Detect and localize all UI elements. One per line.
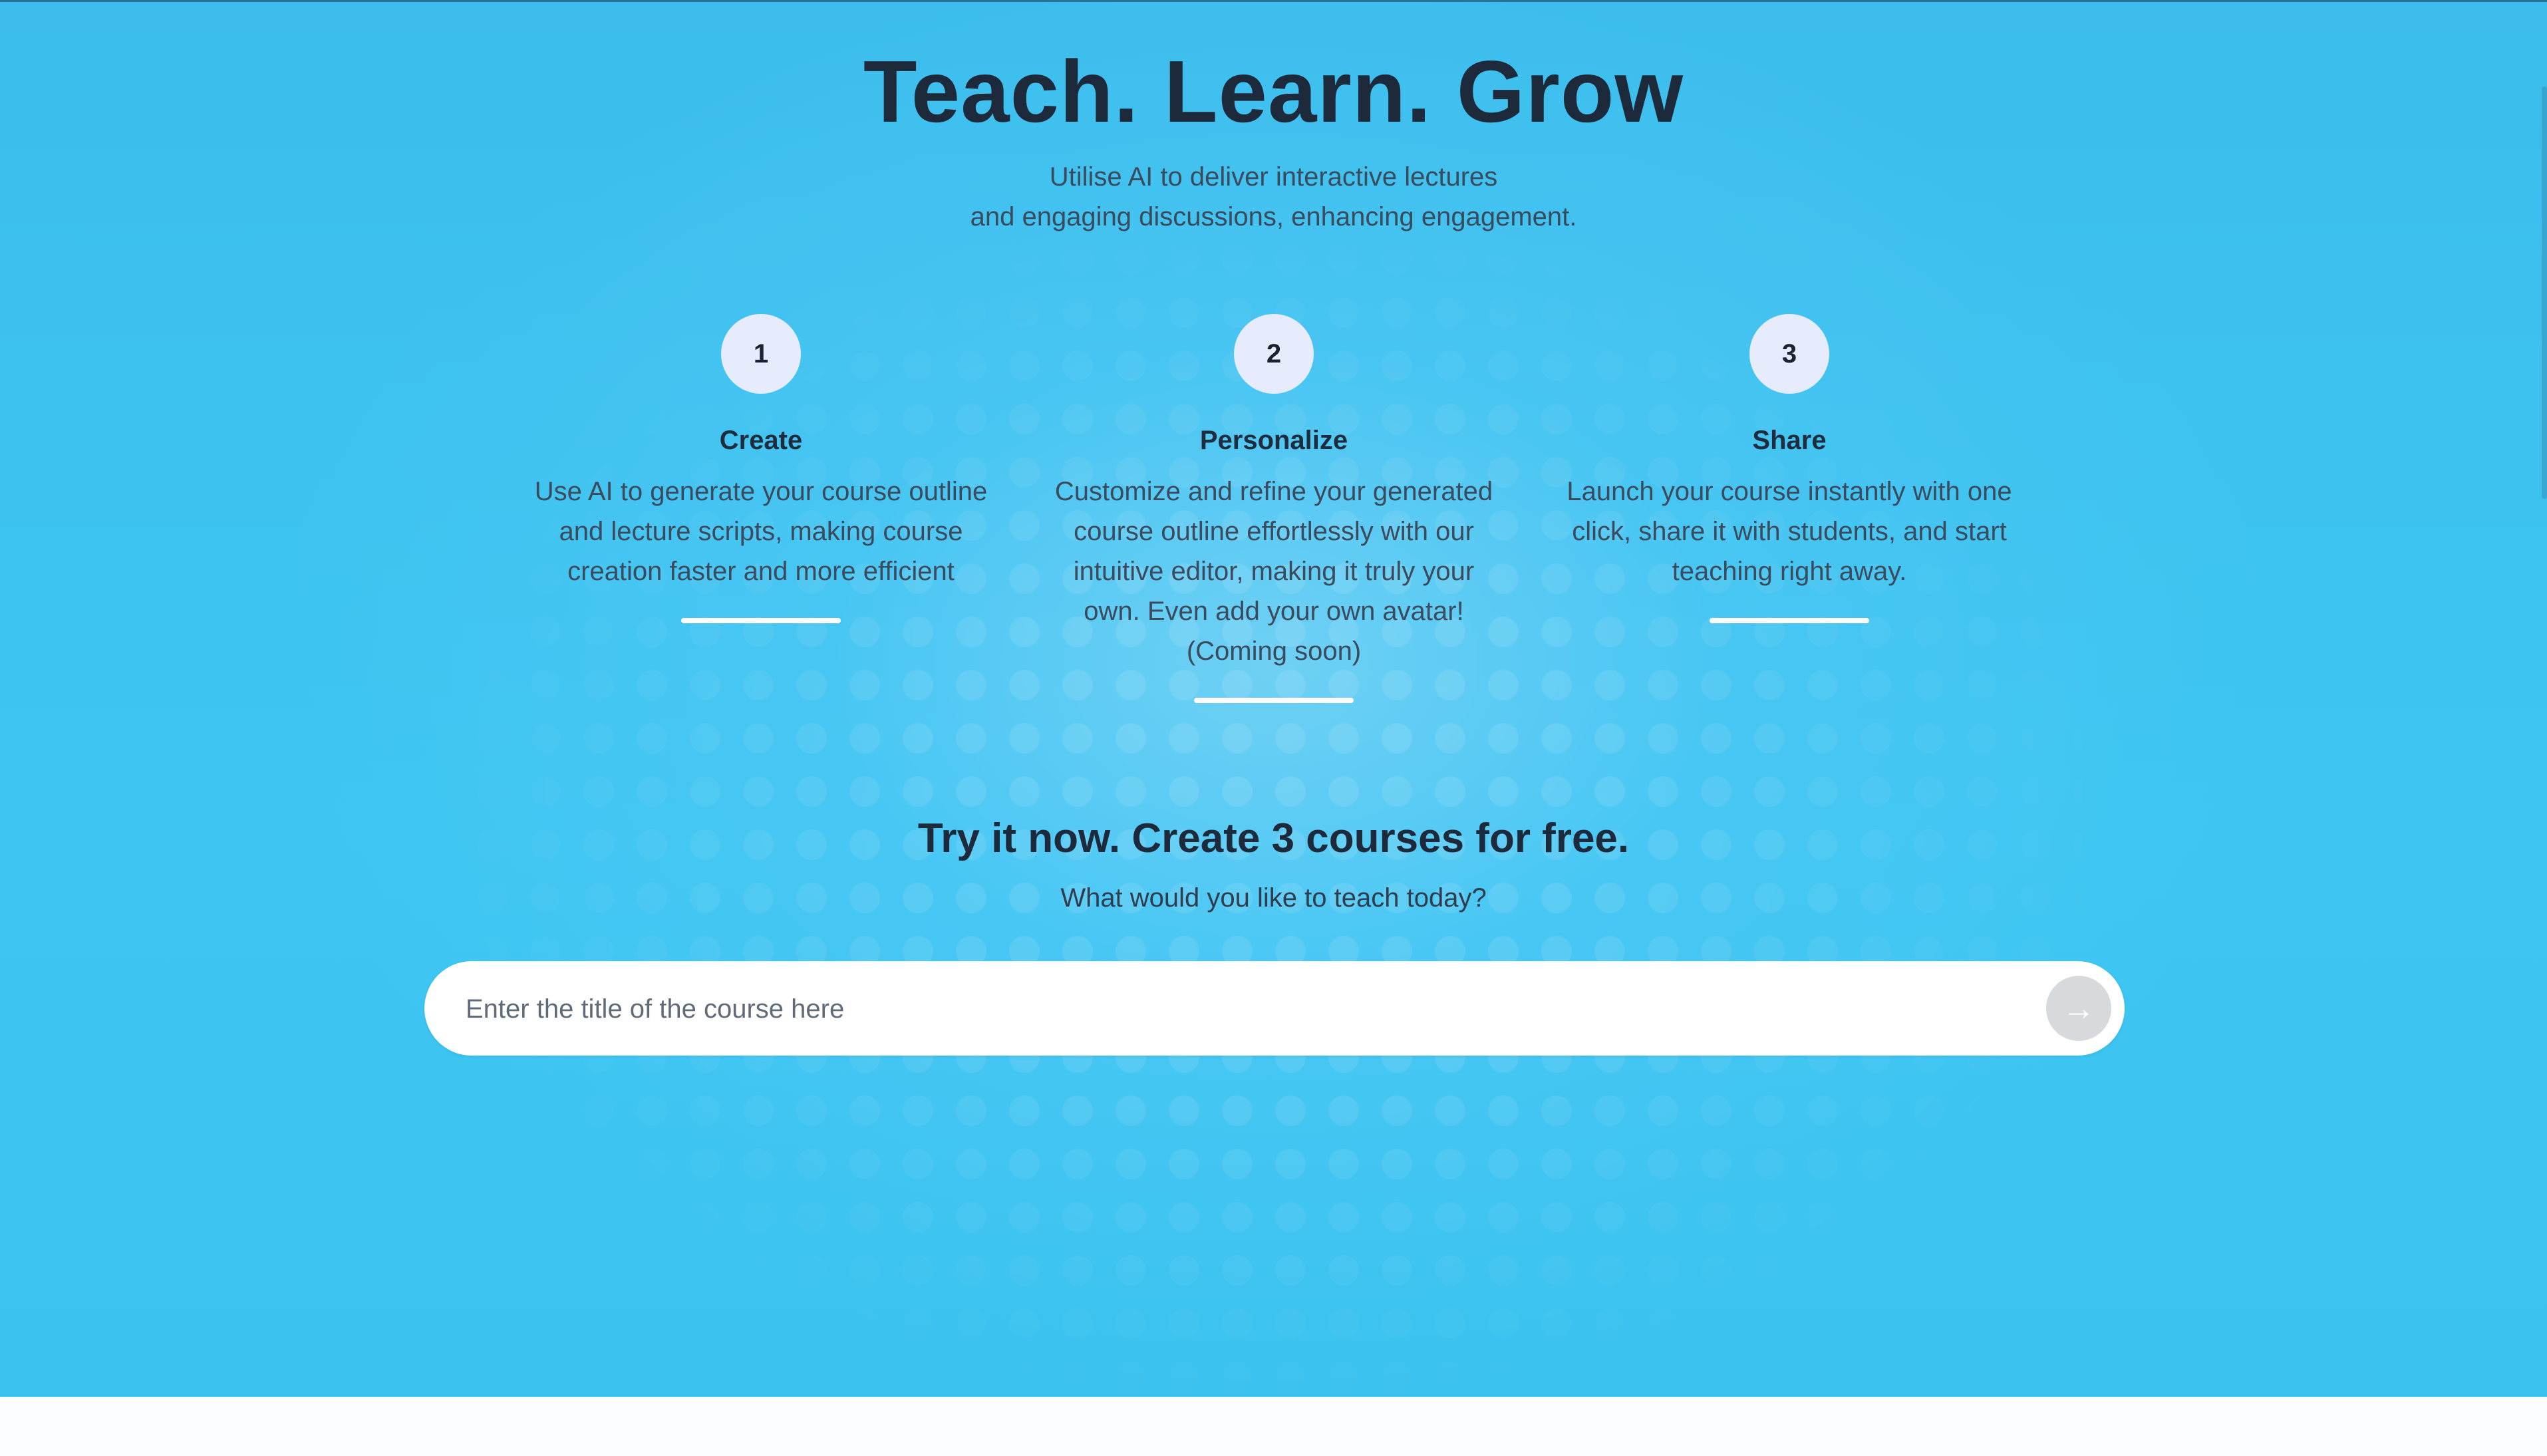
step-description: Customize and refine your generated cour… (1034, 472, 1513, 671)
step-number-badge: 2 (1234, 314, 1314, 394)
page-subtitle: Utilise AI to deliver interactive lectur… (0, 157, 2547, 237)
arrow-right-icon: → (2062, 990, 2095, 1027)
step-description-line: course outline effortlessly with our (1074, 517, 1474, 546)
step-title: Share (1752, 426, 1827, 455)
course-title-search-bar: → (424, 961, 2125, 1057)
step-description-line: intuitive editor, making it truly your (1073, 557, 1475, 586)
submit-button[interactable]: → (2046, 976, 2111, 1041)
step-underline (1710, 618, 1869, 623)
top-border (0, 0, 2547, 2)
step-number-badge: 3 (1749, 314, 1829, 394)
step-description-line: Use AI to generate your course outline (534, 477, 988, 506)
hero-section: Teach. Learn. Grow Utilise AI to deliver… (0, 0, 2547, 1397)
step-create: 1 Create Use AI to generate your course … (522, 314, 1000, 623)
step-share: 3 Share Launch your course instantly wit… (1550, 314, 2029, 623)
step-description-line: and lecture scripts, making course (559, 517, 963, 546)
step-description-line: creation faster and more efficient (567, 557, 955, 586)
step-description-line: teaching right away. (1672, 557, 1907, 586)
step-underline (681, 618, 841, 623)
step-description-line: (Coming soon) (1186, 637, 1362, 666)
step-description: Launch your course instantly with one cl… (1550, 472, 2029, 591)
step-description-line: Customize and refine your generated (1054, 477, 1493, 506)
subtitle-line-1: Utilise AI to deliver interactive lectur… (1049, 162, 1498, 192)
scrollbar[interactable] (2542, 86, 2547, 499)
step-personalize: 2 Personalize Customize and refine your … (1034, 314, 1513, 703)
subtitle-line-2: and engaging discussions, enhancing enga… (970, 202, 1577, 231)
step-title: Personalize (1199, 426, 1348, 455)
page-title: Teach. Learn. Grow (863, 43, 1684, 140)
step-title: Create (719, 426, 803, 455)
step-description: Use AI to generate your course outline a… (522, 472, 1000, 591)
step-description-line: Launch your course instantly with one (1567, 477, 2012, 506)
course-title-input[interactable] (464, 961, 1997, 1057)
step-underline (1194, 698, 1354, 703)
cta-title: Try it now. Create 3 courses for free. (917, 815, 1630, 861)
step-description-line: click, share it with students, and start (1572, 517, 2007, 546)
cta-subtitle: What would you like to teach today? (1060, 883, 1487, 913)
step-number-badge: 1 (721, 314, 801, 394)
step-description-line: own. Even add your own avatar! (1084, 597, 1464, 626)
